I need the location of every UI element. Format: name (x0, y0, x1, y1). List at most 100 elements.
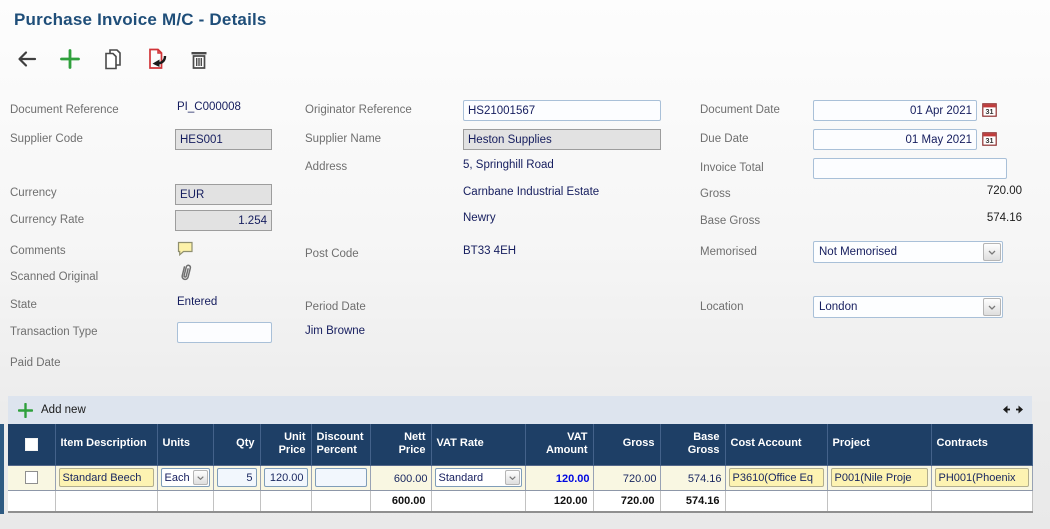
line-items-grid: Add new Item Description Units Qty Unit … (8, 396, 1032, 513)
vat-rate-select[interactable]: Standard (435, 468, 522, 487)
row-checkbox[interactable] (25, 471, 38, 484)
due-date-input[interactable] (813, 129, 977, 150)
item-description-cell (55, 465, 157, 490)
address-line-2: Carnbane Industrial Estate (463, 186, 599, 198)
copy-button[interactable] (100, 46, 126, 72)
unit-price-input[interactable] (264, 468, 308, 487)
chevron-down-icon (983, 243, 1001, 261)
invoice-total-label: Invoice Total (700, 162, 764, 174)
state-value: Entered (177, 296, 217, 308)
line-items-table: Item Description Units Qty Unit Price Di… (8, 424, 1033, 513)
chevron-down-icon (983, 298, 1001, 316)
col-item-description: Item Description (55, 424, 157, 465)
memorised-select[interactable]: Not Memorised (813, 241, 1003, 263)
contracts-cell (931, 465, 1032, 490)
location-select[interactable]: London (813, 296, 1003, 318)
address-line-3: Newry (463, 212, 496, 224)
comments-label: Comments (10, 245, 66, 257)
grid-header-row: Item Description Units Qty Unit Price Di… (8, 424, 1032, 465)
back-button[interactable] (14, 46, 40, 72)
supplier-name-field: Heston Supplies (463, 129, 661, 150)
select-all-checkbox[interactable] (25, 438, 38, 451)
chevron-down-icon (193, 470, 208, 485)
paid-date-label: Paid Date (10, 357, 61, 369)
col-vat-rate: VAT Rate (431, 424, 525, 465)
currency-label: Currency (10, 187, 57, 199)
gross-value: 720.00 (623, 473, 657, 485)
document-date-label: Document Date (700, 104, 780, 116)
invoice-total-input[interactable] (813, 158, 1007, 179)
document-date-input[interactable] (813, 100, 977, 121)
address-label: Address (305, 161, 347, 173)
qty-input[interactable] (217, 468, 257, 487)
select-all-cell (8, 424, 55, 465)
base-gross-label: Base Gross (700, 215, 760, 227)
item-description-input[interactable] (59, 468, 154, 487)
cost-account-input[interactable] (729, 468, 824, 487)
memorised-label: Memorised (700, 246, 757, 258)
units-cell: Each (157, 465, 213, 490)
plus-icon (58, 47, 82, 71)
location-label: Location (700, 301, 743, 313)
col-base-gross: Base Gross (660, 424, 725, 465)
svg-text:31: 31 (986, 136, 994, 145)
due-date-calendar-icon[interactable]: 31 (982, 131, 997, 151)
discount-percent-input[interactable] (315, 468, 367, 487)
supplier-code-field: HES001 (175, 129, 272, 150)
copy-from-button[interactable] (143, 46, 169, 72)
gross-cell: 720.00 (593, 465, 660, 490)
total-nett-price: 600.00 (370, 490, 431, 512)
contracts-input[interactable] (935, 468, 1029, 487)
state-label: State (10, 299, 37, 311)
col-vat-amount: VAT Amount (525, 424, 593, 465)
discount-percent-cell (311, 465, 370, 490)
total-gross: 720.00 (593, 490, 660, 512)
delete-button[interactable] (186, 46, 212, 72)
nett-price-cell: 600.00 (370, 465, 431, 490)
expand-columns-icon[interactable] (1002, 403, 1024, 421)
cost-account-cell (725, 465, 827, 490)
table-row: Each 600.00 Standard 120.00 720.00 574.1… (8, 465, 1032, 490)
grid-left-edge (0, 424, 4, 514)
copy-icon (101, 47, 125, 71)
originator-reference-input[interactable] (463, 100, 661, 121)
post-code-value: BT33 4EH (463, 245, 516, 257)
currency-rate-label: Currency Rate (10, 214, 84, 226)
totals-row: 600.00 120.00 720.00 574.16 (8, 490, 1032, 512)
document-date-calendar-icon[interactable]: 31 (982, 102, 997, 122)
col-contracts: Contracts (931, 424, 1032, 465)
add-new-row-button[interactable]: Add new (18, 403, 86, 418)
add-new-bar: Add new (8, 396, 1032, 424)
col-nett-price: Nett Price (370, 424, 431, 465)
toolbar (14, 46, 212, 72)
vat-rate-value: Standard (436, 472, 505, 484)
supplier-code-label: Supplier Code (10, 133, 83, 145)
units-select[interactable]: Each (161, 468, 210, 487)
document-reference-value: PI_C000008 (177, 101, 241, 113)
location-value: London (814, 301, 983, 313)
base-gross-cell: 574.16 (660, 465, 725, 490)
memorised-value: Not Memorised (814, 246, 983, 258)
vat-amount-link[interactable]: 120.00 (556, 473, 590, 485)
col-units: Units (157, 424, 213, 465)
base-gross-value: 574.16 (688, 473, 722, 485)
transaction-type-input[interactable] (177, 322, 272, 343)
paperclip-icon[interactable] (178, 263, 194, 288)
comment-icon[interactable] (177, 241, 194, 261)
gross-value: 720.00 (900, 185, 1022, 197)
col-gross: Gross (593, 424, 660, 465)
address-line-1: 5, Springhill Road (463, 159, 554, 171)
period-date-label: Period Date (305, 301, 366, 313)
project-input[interactable] (831, 468, 928, 487)
unit-price-cell (260, 465, 311, 490)
row-select-cell (8, 465, 55, 490)
post-code-label: Post Code (305, 248, 359, 260)
units-value: Each (162, 472, 193, 484)
currency-rate-field: 1.254 (175, 210, 272, 231)
gross-label: Gross (700, 188, 731, 200)
add-new-button[interactable] (57, 46, 83, 72)
transaction-type-label: Transaction Type (10, 326, 98, 338)
col-unit-price: Unit Price (260, 424, 311, 465)
vat-rate-cell: Standard (431, 465, 525, 490)
add-new-label: Add new (41, 404, 86, 416)
